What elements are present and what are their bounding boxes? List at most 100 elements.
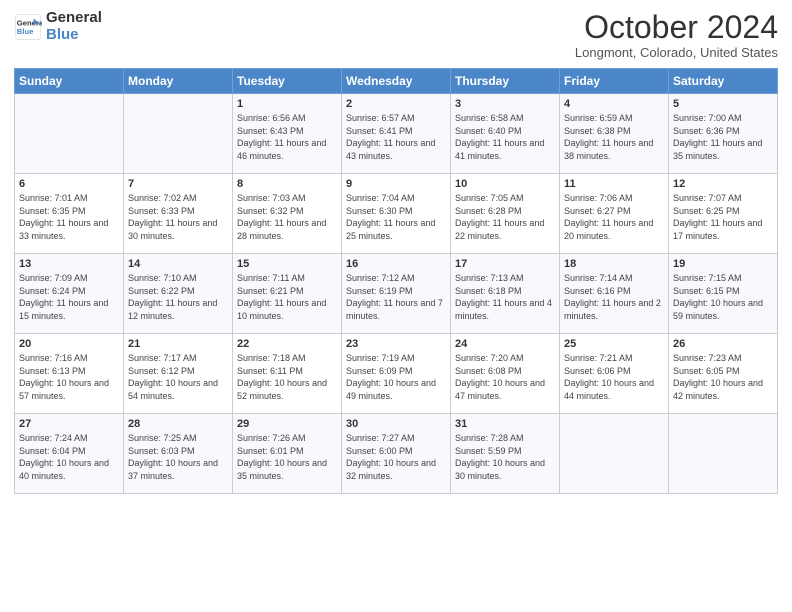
day-number: 13 [19,258,119,270]
day-number: 14 [128,258,228,270]
header-wednesday: Wednesday [342,69,451,94]
calendar-week-1: 1 Sunrise: 6:56 AM Sunset: 6:43 PM Daylig… [15,94,778,174]
day-number: 11 [564,178,664,190]
day-info: Sunrise: 7:24 AM Sunset: 6:04 PM Dayligh… [19,432,119,482]
calendar-cell: 1 Sunrise: 6:56 AM Sunset: 6:43 PM Daylig… [233,94,342,174]
day-info: Sunrise: 7:07 AM Sunset: 6:25 PM Dayligh… [673,192,773,242]
day-number: 28 [128,418,228,430]
day-number: 20 [19,338,119,350]
calendar-cell: 25Sunrise: 7:21 AM Sunset: 6:06 PM Dayli… [560,334,669,414]
day-number: 17 [455,258,555,270]
day-number: 7 [128,178,228,190]
calendar-cell: 3 Sunrise: 6:58 AM Sunset: 6:40 PM Daylig… [451,94,560,174]
day-number: 6 [19,178,119,190]
day-number: 24 [455,338,555,350]
calendar-cell: 8 Sunrise: 7:03 AM Sunset: 6:32 PM Daylig… [233,174,342,254]
month-title: October 2024 [575,10,778,45]
day-number: 21 [128,338,228,350]
day-info: Sunrise: 7:01 AM Sunset: 6:35 PM Dayligh… [19,192,119,242]
day-number: 26 [673,338,773,350]
calendar-cell: 26 Sunrise: 7:23 AM Sunset: 6:05 PM Dayli… [669,334,778,414]
calendar-week-3: 13 Sunrise: 7:09 AM Sunset: 6:24 PM Dayli… [15,254,778,334]
day-info: Sunrise: 6:57 AM Sunset: 6:41 PM Dayligh… [346,112,446,162]
day-number: 9 [346,178,446,190]
calendar-cell: 7 Sunrise: 7:02 AM Sunset: 6:33 PM Daylig… [124,174,233,254]
day-info: Sunrise: 7:12 AM Sunset: 6:19 PM Dayligh… [346,272,446,322]
day-number: 16 [346,258,446,270]
logo-icon: General Blue [14,13,42,41]
day-number: 31 [455,418,555,430]
day-info: Sunrise: 7:17 AM Sunset: 6:12 PM Dayligh… [128,352,228,402]
calendar-cell: 28 Sunrise: 7:25 AM Sunset: 6:03 PM Dayli… [124,414,233,494]
day-info: Sunrise: 7:02 AM Sunset: 6:33 PM Dayligh… [128,192,228,242]
logo: General Blue General Blue [14,10,102,43]
calendar-cell: 29 Sunrise: 7:26 AM Sunset: 6:01 PM Dayli… [233,414,342,494]
calendar-table: Sunday Monday Tuesday Wednesday Thursday… [14,68,778,494]
day-info: Sunrise: 7:28 AM Sunset: 5:59 PM Dayligh… [455,432,555,482]
day-info: Sunrise: 6:58 AM Sunset: 6:40 PM Dayligh… [455,112,555,162]
calendar-cell: 9 Sunrise: 7:04 AM Sunset: 6:30 PM Daylig… [342,174,451,254]
day-info: Sunrise: 7:26 AM Sunset: 6:01 PM Dayligh… [237,432,337,482]
calendar-cell: 24 Sunrise: 7:20 AM Sunset: 6:08 PM Dayli… [451,334,560,414]
day-info: Sunrise: 7:25 AM Sunset: 6:03 PM Dayligh… [128,432,228,482]
title-block: October 2024 Longmont, Colorado, United … [575,10,778,60]
day-number: 1 [237,98,337,110]
header-sunday: Sunday [15,69,124,94]
day-info: Sunrise: 7:05 AM Sunset: 6:28 PM Dayligh… [455,192,555,242]
calendar-cell: 5 Sunrise: 7:00 AM Sunset: 6:36 PM Daylig… [669,94,778,174]
day-number: 30 [346,418,446,430]
calendar-cell: 10 Sunrise: 7:05 AM Sunset: 6:28 PM Dayli… [451,174,560,254]
calendar-week-2: 6 Sunrise: 7:01 AM Sunset: 6:35 PM Daylig… [15,174,778,254]
calendar-cell: 31 Sunrise: 7:28 AM Sunset: 5:59 PM Dayli… [451,414,560,494]
day-info: Sunrise: 7:15 AM Sunset: 6:15 PM Dayligh… [673,272,773,322]
day-number: 3 [455,98,555,110]
calendar-cell: 21 Sunrise: 7:17 AM Sunset: 6:12 PM Dayli… [124,334,233,414]
day-number: 22 [237,338,337,350]
day-info: Sunrise: 7:16 AM Sunset: 6:13 PM Dayligh… [19,352,119,402]
day-number: 10 [455,178,555,190]
day-info: Sunrise: 7:27 AM Sunset: 6:00 PM Dayligh… [346,432,446,482]
calendar-cell: 22 Sunrise: 7:18 AM Sunset: 6:11 PM Dayli… [233,334,342,414]
page-header: General Blue General Blue October 2024 L… [14,10,778,60]
day-info: Sunrise: 7:21 AM Sunset: 6:06 PM Dayligh… [564,352,664,402]
day-info: Sunrise: 7:14 AM Sunset: 6:16 PM Dayligh… [564,272,664,322]
day-number: 15 [237,258,337,270]
calendar-cell: 16 Sunrise: 7:12 AM Sunset: 6:19 PM Dayli… [342,254,451,334]
calendar-week-5: 27 Sunrise: 7:24 AM Sunset: 6:04 PM Dayli… [15,414,778,494]
calendar-cell: 14Sunrise: 7:10 AM Sunset: 6:22 PM Dayli… [124,254,233,334]
day-info: Sunrise: 7:11 AM Sunset: 6:21 PM Dayligh… [237,272,337,322]
calendar-cell: 19 Sunrise: 7:15 AM Sunset: 6:15 PM Dayli… [669,254,778,334]
day-number: 12 [673,178,773,190]
day-number: 8 [237,178,337,190]
day-info: Sunrise: 7:09 AM Sunset: 6:24 PM Dayligh… [19,272,119,322]
day-info: Sunrise: 7:06 AM Sunset: 6:27 PM Dayligh… [564,192,664,242]
day-info: Sunrise: 6:59 AM Sunset: 6:38 PM Dayligh… [564,112,664,162]
location-subtitle: Longmont, Colorado, United States [575,45,778,60]
calendar-week-4: 20 Sunrise: 7:16 AM Sunset: 6:13 PM Dayli… [15,334,778,414]
day-info: Sunrise: 7:00 AM Sunset: 6:36 PM Dayligh… [673,112,773,162]
svg-text:Blue: Blue [17,27,34,36]
calendar-cell: 6 Sunrise: 7:01 AM Sunset: 6:35 PM Daylig… [15,174,124,254]
header-tuesday: Tuesday [233,69,342,94]
day-number: 27 [19,418,119,430]
day-number: 29 [237,418,337,430]
day-number: 2 [346,98,446,110]
calendar-cell: 20 Sunrise: 7:16 AM Sunset: 6:13 PM Dayli… [15,334,124,414]
day-info: Sunrise: 7:19 AM Sunset: 6:09 PM Dayligh… [346,352,446,402]
calendar-cell: 13 Sunrise: 7:09 AM Sunset: 6:24 PM Dayli… [15,254,124,334]
calendar-cell: 11 Sunrise: 7:06 AM Sunset: 6:27 PM Dayli… [560,174,669,254]
day-number: 19 [673,258,773,270]
day-number: 18 [564,258,664,270]
day-info: Sunrise: 7:20 AM Sunset: 6:08 PM Dayligh… [455,352,555,402]
calendar-cell: 17Sunrise: 7:13 AM Sunset: 6:18 PM Dayli… [451,254,560,334]
day-info: Sunrise: 7:18 AM Sunset: 6:11 PM Dayligh… [237,352,337,402]
calendar-cell: 4Sunrise: 6:59 AM Sunset: 6:38 PM Daylig… [560,94,669,174]
day-info: Sunrise: 7:03 AM Sunset: 6:32 PM Dayligh… [237,192,337,242]
header-thursday: Thursday [451,69,560,94]
day-info: Sunrise: 7:23 AM Sunset: 6:05 PM Dayligh… [673,352,773,402]
day-info: Sunrise: 7:04 AM Sunset: 6:30 PM Dayligh… [346,192,446,242]
day-number: 5 [673,98,773,110]
calendar-cell [124,94,233,174]
day-info: Sunrise: 6:56 AM Sunset: 6:43 PM Dayligh… [237,112,337,162]
calendar-cell: 30 Sunrise: 7:27 AM Sunset: 6:00 PM Dayli… [342,414,451,494]
